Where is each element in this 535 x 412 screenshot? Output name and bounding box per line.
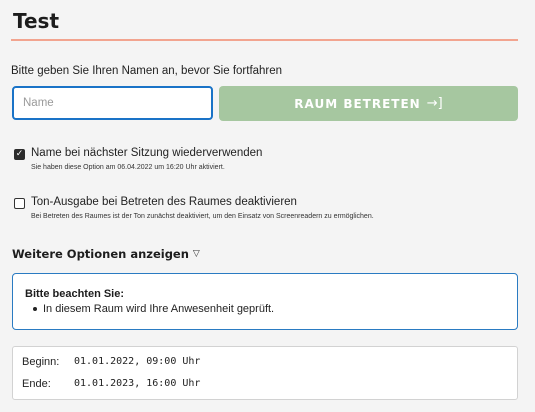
- login-arrow-icon: →]: [426, 96, 443, 111]
- end-value: 01.01.2023, 16:00 Uhr: [74, 378, 201, 389]
- reuse-name-label[interactable]: Name bei nächster Sitzung wiederverwende…: [31, 147, 262, 159]
- begin-value: 01.01.2022, 09:00 Uhr: [74, 356, 201, 367]
- end-label: Ende:: [22, 378, 51, 390]
- reuse-name-checkbox[interactable]: ✓: [14, 149, 25, 160]
- notice-title: Bitte beachten Sie:: [25, 288, 125, 300]
- notice-list-item: In diesem Raum wird Ihre Anwesenheit gep…: [33, 303, 274, 315]
- notice-item-text: In diesem Raum wird Ihre Anwesenheit gep…: [43, 303, 275, 315]
- enter-room-button[interactable]: RAUM BETRETEN →]: [219, 86, 518, 121]
- attendance-notice: Bitte beachten Sie: In diesem Raum wird …: [12, 273, 518, 330]
- triangle-down-icon: ▽: [192, 249, 200, 259]
- bullet-icon: [33, 307, 37, 311]
- schedule-box: Beginn: 01.01.2022, 09:00 Uhr Ende: 01.0…: [12, 346, 518, 400]
- schedule-end-row: Ende: 01.01.2023, 16:00 Uhr: [22, 378, 200, 390]
- page-title: Test: [13, 9, 60, 33]
- intro-text: Bitte geben Sie Ihren Namen an, bevor Si…: [11, 65, 283, 77]
- enter-room-label: RAUM BETRETEN: [294, 96, 421, 111]
- name-input[interactable]: [12, 86, 213, 120]
- reuse-name-hint: Sie haben diese Option am 06.04.2022 um …: [31, 164, 225, 171]
- more-options-label: Weitere Optionen anzeigen: [12, 247, 189, 261]
- mute-audio-checkbox[interactable]: [14, 198, 25, 209]
- more-options-toggle[interactable]: Weitere Optionen anzeigen ▽: [12, 247, 200, 261]
- title-divider: [11, 39, 518, 41]
- schedule-begin-row: Beginn: 01.01.2022, 09:00 Uhr: [22, 356, 200, 368]
- begin-label: Beginn:: [22, 356, 60, 368]
- mute-audio-hint: Bei Betreten des Raumes ist der Ton zunä…: [31, 213, 374, 220]
- mute-audio-label[interactable]: Ton-Ausgabe bei Betreten des Raumes deak…: [31, 196, 297, 208]
